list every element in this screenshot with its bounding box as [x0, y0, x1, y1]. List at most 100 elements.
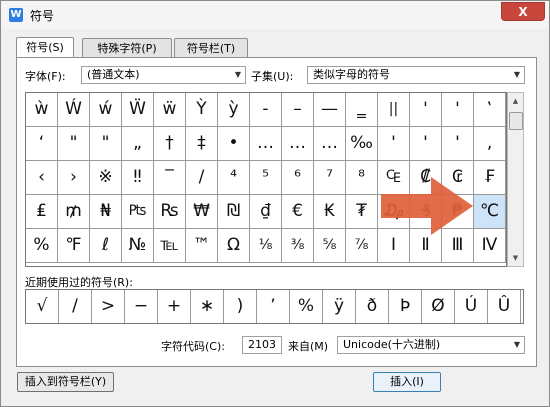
recent-symbol-cell[interactable]: % [290, 290, 323, 323]
char-code-input[interactable]: 2103 [242, 336, 282, 354]
symbol-cell[interactable]: › [58, 161, 90, 195]
symbol-cell[interactable]: – [282, 93, 314, 127]
symbol-cell[interactable]: ẃ [90, 93, 122, 127]
recent-symbol-cell[interactable]: √ [26, 290, 59, 323]
symbol-cell[interactable]: ℓ [90, 229, 122, 263]
tab-symbol-bar[interactable]: 符号栏(T) [174, 38, 248, 58]
symbol-cell[interactable]: ₪ [218, 195, 250, 229]
symbol-cell[interactable]: † [154, 127, 186, 161]
symbol-cell[interactable]: ' [442, 93, 474, 127]
symbol-cell[interactable]: ‚ [474, 127, 506, 161]
symbol-cell[interactable]: • [218, 127, 250, 161]
scroll-thumb[interactable] [509, 112, 523, 130]
symbol-cell[interactable]: ₧ [122, 195, 154, 229]
symbol-cell[interactable]: ‼ [122, 161, 154, 195]
symbol-cell[interactable]: ₤ [26, 195, 58, 229]
recent-symbol-cell[interactable]: + [158, 290, 191, 323]
char-code-label: 字符代码(C): [161, 340, 225, 353]
encoding-select[interactable]: Unicode(十六进制) ▼ [337, 336, 525, 354]
insert-button[interactable]: 插入(I) [373, 372, 441, 392]
symbol-cell[interactable]: „ [122, 127, 154, 161]
symbol-cell[interactable]: ₨ [154, 195, 186, 229]
symbol-cell[interactable]: ℉ [58, 229, 90, 263]
symbol-cell[interactable]: ẅ [154, 93, 186, 127]
recent-symbol-cell[interactable]: ÿ [323, 290, 356, 323]
symbol-cell[interactable]: ⅜ [282, 229, 314, 263]
recent-symbol-cell[interactable]: Û [488, 290, 521, 323]
symbol-grid-scrollbar[interactable]: ▲ ▼ [507, 92, 524, 267]
recent-symbol-cell[interactable]: ’ [257, 290, 290, 323]
symbol-cell[interactable]: ‹ [26, 161, 58, 195]
scroll-up-icon[interactable]: ▲ [508, 93, 523, 109]
symbol-cell[interactable]: ※ [90, 161, 122, 195]
symbol-cell[interactable]: № [122, 229, 154, 263]
symbol-cell[interactable]: … [314, 127, 346, 161]
symbol-cell[interactable]: € [282, 195, 314, 229]
symbol-cell[interactable]: ‗ [346, 93, 378, 127]
symbol-cell[interactable]: ⁷ [314, 161, 346, 195]
symbol-cell[interactable]: ⅝ [314, 229, 346, 263]
symbol-cell[interactable]: Ẅ [122, 93, 154, 127]
recent-symbol-cell[interactable]: > [92, 290, 125, 323]
chevron-down-icon: ▼ [513, 340, 520, 349]
symbol-cell[interactable]: … [250, 127, 282, 161]
symbol-cell[interactable]: ỳ [218, 93, 250, 127]
tab-special-chars[interactable]: 特殊字符(P) [82, 38, 172, 58]
symbol-cell[interactable]: ‡ [186, 127, 218, 161]
symbol-cell[interactable]: ⅞ [346, 229, 378, 263]
symbol-cell[interactable]: ₩ [186, 195, 218, 229]
symbol-cell[interactable]: ẁ [26, 93, 58, 127]
recent-symbol-cell[interactable]: / [59, 290, 92, 323]
symbol-cell[interactable]: ‛ [474, 93, 506, 127]
symbol-cell[interactable]: ₣ [474, 161, 506, 195]
symbol-cell[interactable]: ‘ [26, 127, 58, 161]
symbol-cell[interactable]: ' [410, 93, 442, 127]
wps-app-icon: W [9, 8, 23, 22]
symbol-cell[interactable]: ⁴ [218, 161, 250, 195]
recent-symbol-cell[interactable]: ð [356, 290, 389, 323]
insert-to-bar-button[interactable]: 插入到符号栏(Y) [17, 372, 114, 392]
symbol-cell[interactable]: ‰ [346, 127, 378, 161]
recent-symbol-cell[interactable]: Ú [455, 290, 488, 323]
symbol-cell[interactable]: Ω [218, 229, 250, 263]
symbol-cell[interactable]: % [26, 229, 58, 263]
symbol-cell[interactable]: ℡ [154, 229, 186, 263]
scroll-down-icon[interactable]: ▼ [508, 250, 523, 266]
symbol-cell[interactable]: ₥ [58, 195, 90, 229]
symbol-cell[interactable]: ‾ [154, 161, 186, 195]
symbol-cell[interactable]: ™ [186, 229, 218, 263]
symbol-cell[interactable]: ' [442, 127, 474, 161]
symbol-cell[interactable]: Ỳ [186, 93, 218, 127]
symbol-cell[interactable]: Ⅳ [474, 229, 506, 263]
symbol-cell[interactable]: ' [378, 127, 410, 161]
subset-select[interactable]: 类似字母的符号 ▼ [307, 66, 525, 84]
subset-label: 子集(U): [251, 70, 294, 83]
symbol-cell[interactable]: ⅛ [250, 229, 282, 263]
recent-symbol-cell[interactable]: Þ [389, 290, 422, 323]
symbol-cell[interactable]: / [186, 161, 218, 195]
recent-symbol-cell[interactable]: ) [224, 290, 257, 323]
recent-symbol-cell[interactable]: − [125, 290, 158, 323]
symbol-cell[interactable]: ₦ [90, 195, 122, 229]
symbol-cell[interactable]: ℃ [474, 195, 506, 229]
symbol-cell[interactable]: " [58, 127, 90, 161]
symbol-cell[interactable]: ₫ [250, 195, 282, 229]
symbol-cell[interactable]: ⁸ [346, 161, 378, 195]
symbol-cell[interactable]: ₮ [346, 195, 378, 229]
close-button[interactable]: X [501, 2, 545, 21]
font-select[interactable]: (普通文本) ▼ [81, 66, 246, 84]
symbol-cell[interactable]: ‐ [250, 93, 282, 127]
recent-symbol-cell[interactable]: Ø [422, 290, 455, 323]
symbol-cell[interactable]: ₭ [314, 195, 346, 229]
symbol-cell[interactable]: — [314, 93, 346, 127]
symbol-cell[interactable]: ⁶ [282, 161, 314, 195]
symbol-cell[interactable]: Ẃ [58, 93, 90, 127]
recent-symbol-cell[interactable]: ∗ [191, 290, 224, 323]
symbol-cell[interactable]: " [90, 127, 122, 161]
symbol-cell[interactable]: || [378, 93, 410, 127]
symbol-cell[interactable]: ⁵ [250, 161, 282, 195]
symbol-cell[interactable]: ' [410, 127, 442, 161]
chevron-down-icon: ▼ [234, 70, 241, 79]
symbol-cell[interactable]: … [282, 127, 314, 161]
tab-symbols[interactable]: 符号(S) [16, 37, 74, 59]
